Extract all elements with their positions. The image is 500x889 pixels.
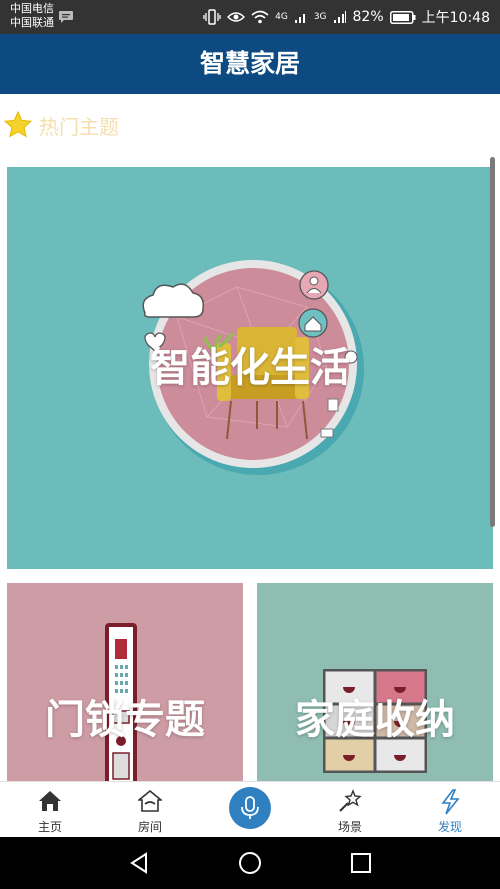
lightning-icon [441,789,460,815]
nav-label-discover: 发现 [437,820,462,834]
network-type-1: 4G [275,12,288,22]
carrier-2: 中国联通 [10,16,54,29]
signal-icon-2 [333,11,346,23]
vibrate-icon [203,9,221,25]
battery-level: 82% [352,9,384,25]
nav-label-room: 房间 [137,820,162,834]
topic-card-home-storage[interactable]: 家庭收纳 [257,583,493,783]
card-label-home-storage: 家庭收纳 [295,697,455,743]
carrier-info: 中国电信 中国联通 [10,2,54,30]
status-bar: 中国电信 中国联通 4G 3G 82% 上午10:48 [0,0,500,34]
door-lock-illustration [105,623,137,783]
star-icon [3,110,33,138]
magic-wand-icon [339,789,362,812]
topic-card-smart-living[interactable]: 智能化生活 [7,167,493,569]
battery-icon [389,10,416,24]
page-title: 智慧家居 [199,49,300,78]
card-label-smart-living: 智能化生活 [150,345,350,391]
message-icon [59,11,73,23]
section-title: 热门主题 [39,114,119,139]
voice-button[interactable] [229,787,271,829]
signal-icon [294,14,305,23]
scrollbar[interactable] [490,157,495,527]
network-type-2: 3G [313,12,327,22]
home-circle-icon[interactable] [238,851,262,875]
carrier-1: 中国电信 [10,2,54,15]
clock: 上午10:48 [421,10,490,26]
storage-drawers-illustration [323,669,427,773]
home-icon [39,791,61,811]
card-label-door-lock: 门锁专题 [45,697,205,743]
nav-item-scene[interactable]: 场景 [300,782,400,838]
nav-item-room[interactable]: 房间 [100,782,200,838]
wifi-icon [251,10,269,24]
topic-card-door-lock[interactable]: 门锁专题 [7,583,243,783]
system-nav-bar [0,837,500,889]
app-header: 智慧家居 [0,34,500,94]
nav-label-home: 主页 [37,820,62,834]
microphone-icon [241,796,259,819]
nav-item-discover[interactable]: 发现 [400,782,500,838]
eye-icon [227,12,246,22]
nav-label-scene: 场景 [337,820,362,834]
recent-apps-icon[interactable] [349,851,373,875]
nav-item-home[interactable]: 主页 [0,782,100,838]
room-icon [138,789,162,812]
status-icons: 4G 3G 82% 上午10:48 [203,7,490,27]
section-header: 热门主题 [3,108,119,142]
back-icon[interactable] [127,851,151,875]
